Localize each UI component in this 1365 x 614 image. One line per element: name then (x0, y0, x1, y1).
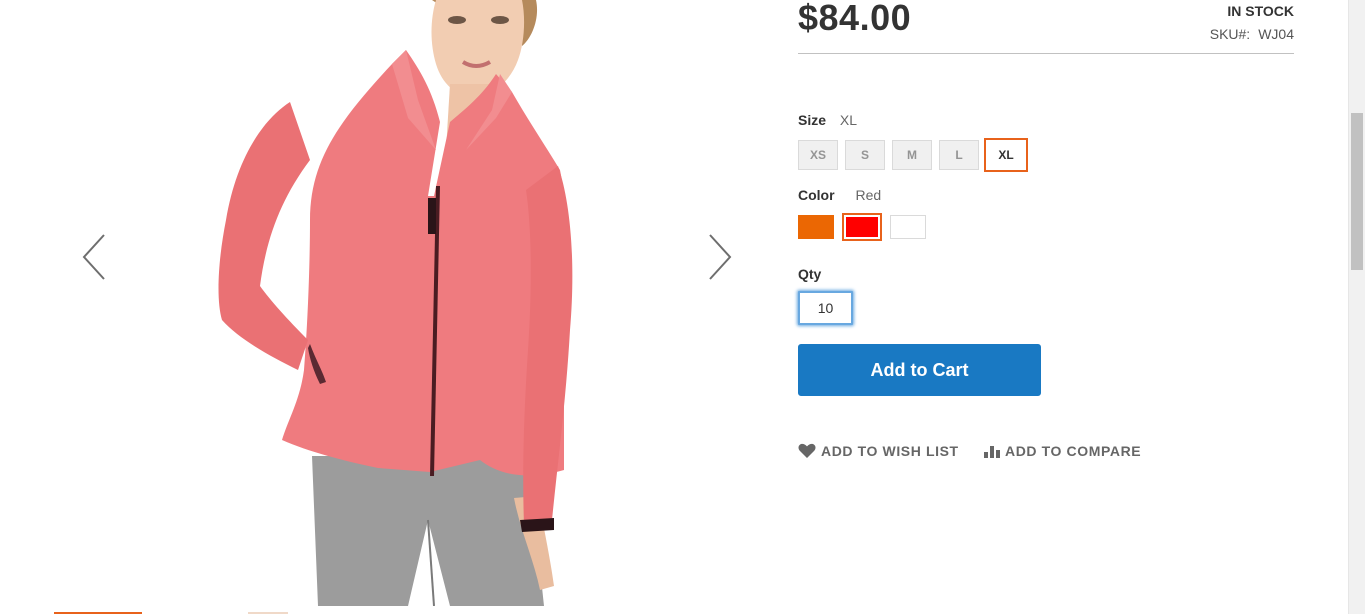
chevron-left-icon (82, 234, 105, 280)
size-option-xl[interactable]: XL (984, 138, 1028, 172)
color-selected-value: Red (855, 187, 882, 203)
compare-label: ADD TO COMPARE (1005, 443, 1142, 459)
color-option-red[interactable] (842, 213, 882, 241)
color-option-orange[interactable] (798, 215, 834, 239)
size-option-m[interactable]: M (892, 140, 932, 170)
add-to-cart-button[interactable]: Add to Cart (798, 344, 1041, 396)
size-label: Size (798, 112, 827, 128)
heart-icon (798, 443, 816, 459)
size-attribute-header: Size XL (798, 111, 857, 129)
bar-chart-icon (984, 444, 1000, 458)
qty-input[interactable] (798, 291, 853, 325)
product-sku: SKU#: WJ04 (1210, 25, 1294, 43)
size-option-l[interactable]: L (939, 140, 979, 170)
wish-list-label: ADD TO WISH LIST (821, 443, 959, 459)
qty-label: Qty (798, 266, 822, 282)
sku-label: SKU#: (1209, 26, 1251, 42)
scrollbar-thumb[interactable] (1351, 113, 1363, 270)
size-option-xs[interactable]: XS (798, 140, 838, 170)
sku-value: WJ04 (1258, 26, 1294, 42)
color-swatch-fill (846, 217, 878, 237)
gallery-prev-button[interactable] (74, 225, 114, 289)
product-info: $84.00 IN STOCK SKU#: WJ04 Size XL XS S M… (798, 0, 1294, 614)
product-page: $84.00 IN STOCK SKU#: WJ04 Size XL XS S M… (0, 0, 1365, 614)
add-to-wish-list-link[interactable]: ADD TO WISH LIST (798, 441, 959, 461)
product-image[interactable] (170, 0, 600, 606)
color-option-white[interactable] (890, 215, 926, 239)
vertical-scrollbar[interactable] (1348, 0, 1365, 614)
thumbnail-strip (0, 606, 790, 614)
stock-status: IN STOCK (1227, 3, 1294, 19)
gallery-next-button[interactable] (700, 225, 740, 289)
color-attribute-header: Color Red (798, 186, 881, 204)
product-price: $84.00 (798, 0, 912, 38)
color-label: Color (798, 187, 835, 203)
add-to-compare-link[interactable]: ADD TO COMPARE (984, 441, 1141, 461)
product-gallery (0, 0, 790, 614)
divider (798, 53, 1294, 54)
gallery-stage (0, 0, 790, 606)
size-selected-value: XL (839, 112, 858, 128)
size-option-s[interactable]: S (845, 140, 885, 170)
chevron-right-icon (709, 234, 732, 280)
